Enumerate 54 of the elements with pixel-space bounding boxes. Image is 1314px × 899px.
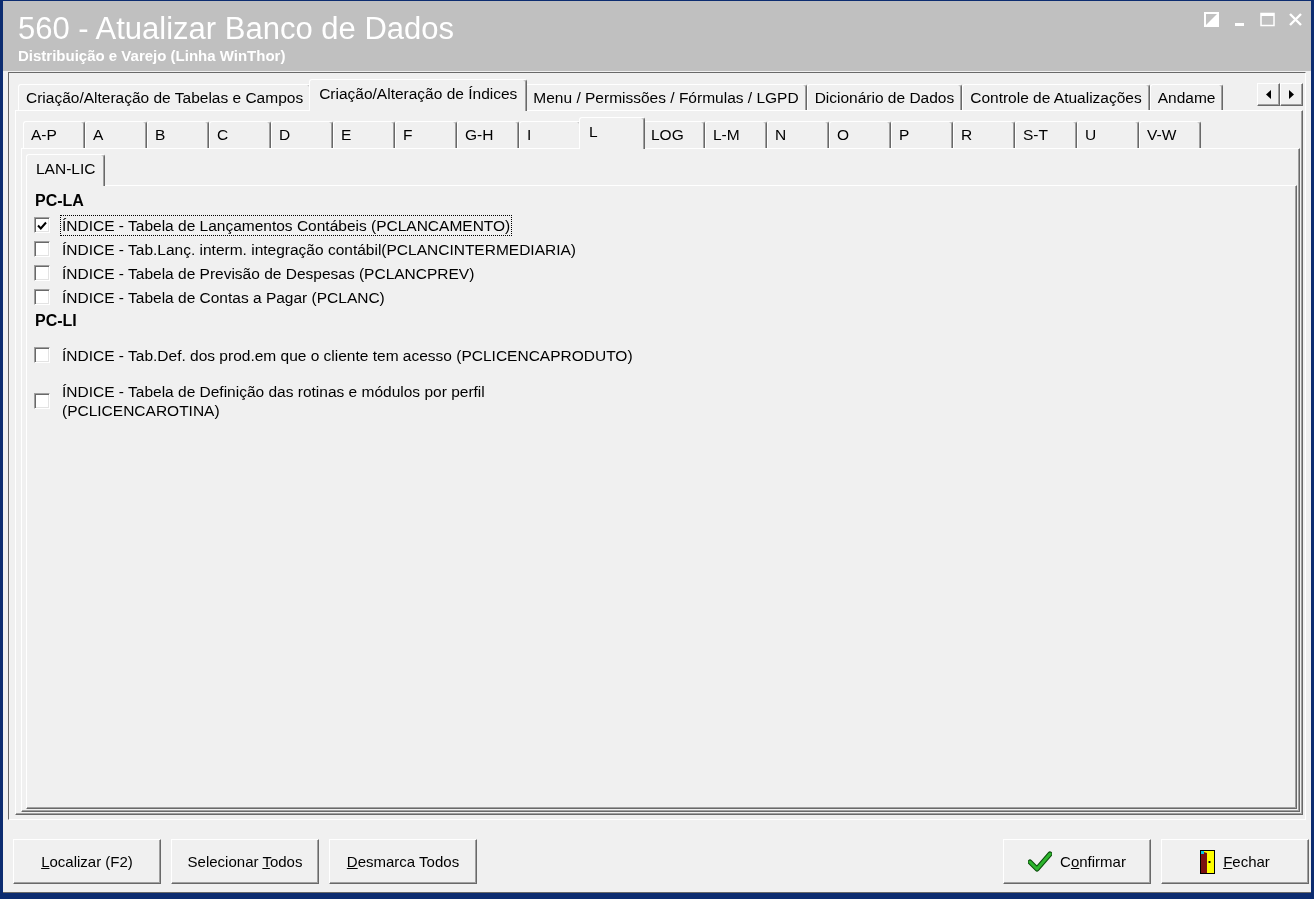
checkbox-label: ÍNDICE - Tabela de Definição das rotinas e módulos por perfil (PCLICENCAROTINA) xyxy=(61,382,486,421)
checkbox-label: ÍNDICE - Tab.Def. dos prod.em que o cliente tem acesso (PCLICENCAPRODUTO) xyxy=(61,345,634,366)
tab[interactable]: C xyxy=(209,121,271,148)
group-heading: PC-LI xyxy=(34,311,78,331)
tab[interactable]: L xyxy=(579,117,645,149)
checkbox[interactable] xyxy=(34,289,50,305)
tab[interactable]: Criação/Alteração de Índices xyxy=(309,79,528,111)
group-heading: PC-LA xyxy=(34,191,85,211)
tab[interactable]: V-W xyxy=(1139,121,1201,148)
window-subtitle: Distribuição e Varejo (Linha WinThor) xyxy=(18,47,287,64)
tab[interactable]: U xyxy=(1077,121,1139,148)
tab[interactable]: Andame xyxy=(1149,84,1224,110)
action-button[interactable]: Confirmar xyxy=(1003,839,1151,884)
tick-icon xyxy=(37,220,47,230)
tab[interactable]: Controle de Atualizações xyxy=(962,84,1150,110)
checkbox[interactable] xyxy=(34,265,50,281)
action-button[interactable]: Fechar xyxy=(1161,839,1309,884)
window-title: 560 - Atualizar Banco de Dados xyxy=(18,12,454,46)
tab[interactable]: Criação/Alteração de Tabelas e Campos xyxy=(18,84,312,110)
checkbox-label: ÍNDICE - Tabela de Previsão de Despesas (PCLANCPREV) xyxy=(61,263,476,284)
checkbox[interactable] xyxy=(34,393,50,409)
action-button[interactable]: Localizar (F2) xyxy=(13,839,161,884)
tab[interactable]: N xyxy=(767,121,829,148)
tab[interactable]: LAN-LIC xyxy=(26,154,106,186)
tab[interactable]: I xyxy=(519,121,581,148)
tab[interactable]: Dicionário de Dados xyxy=(806,84,963,110)
door-icon xyxy=(1200,849,1216,874)
tab[interactable]: L-M xyxy=(705,121,767,148)
checkbox-label: ÍNDICE - Tab.Lanç. interm. integração contábil(PCLANCINTERMEDIARIA) xyxy=(61,239,577,260)
tab[interactable]: LOG xyxy=(643,121,705,148)
tab[interactable]: Menu / Permissões / Fórmulas / LGPD xyxy=(525,84,807,110)
tab[interactable]: G-H xyxy=(457,121,519,148)
action-button[interactable]: Desmarca Todos xyxy=(329,839,477,884)
tab-scroll-left-button[interactable] xyxy=(1257,83,1280,106)
checkbox-label: ÍNDICE - Tabela de Lançamentos Contábeis (PCLANCAMENTO) xyxy=(60,214,513,236)
tab-scroll-right-button[interactable] xyxy=(1280,83,1303,106)
tab[interactable]: A xyxy=(85,121,147,148)
checkbox-label: ÍNDICE - Tabela de Contas a Pagar (PCLANC) xyxy=(61,287,386,308)
checkmark-icon xyxy=(1028,851,1053,872)
tab[interactable]: F xyxy=(395,121,457,148)
checkbox[interactable] xyxy=(34,347,50,363)
tab[interactable]: D xyxy=(271,121,333,148)
right-triangle-icon xyxy=(1289,90,1294,99)
tab[interactable]: S-T xyxy=(1015,121,1077,148)
tab[interactable]: E xyxy=(333,121,395,148)
checkbox[interactable] xyxy=(34,217,50,233)
left-triangle-icon xyxy=(1266,90,1271,99)
tab[interactable]: O xyxy=(829,121,891,148)
tab[interactable]: A-P xyxy=(23,121,85,148)
checkbox[interactable] xyxy=(34,241,50,257)
tab[interactable]: B xyxy=(147,121,209,148)
action-button[interactable]: Selecionar Todos xyxy=(171,839,319,884)
tab[interactable]: P xyxy=(891,121,953,148)
tab[interactable]: R xyxy=(953,121,1015,148)
